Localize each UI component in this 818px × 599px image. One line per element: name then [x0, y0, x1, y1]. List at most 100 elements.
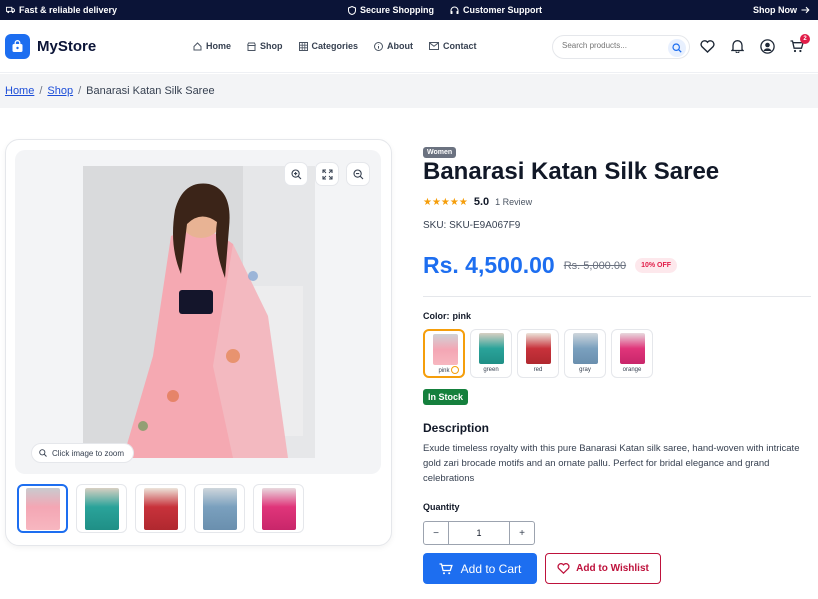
nav-shop[interactable]: Shop	[247, 41, 283, 51]
zoom-hint-text: Click image to zoom	[52, 448, 125, 458]
thumbnail[interactable]	[194, 484, 245, 533]
category-badge[interactable]: Women	[423, 147, 457, 158]
thumbnail[interactable]	[76, 484, 127, 533]
search-button[interactable]	[668, 39, 686, 57]
breadcrumb-home[interactable]: Home	[5, 85, 34, 97]
nav-contact[interactable]: Contact	[429, 41, 477, 51]
color-option-orange[interactable]: orange	[611, 329, 653, 378]
breadcrumb-separator: /	[78, 85, 82, 97]
breadcrumb-separator: /	[39, 85, 43, 97]
swatch-image	[526, 333, 551, 364]
price-row: Rs. 4,500.00 Rs. 5,000.00 10% OFF	[423, 252, 678, 279]
swatch-image	[573, 333, 598, 364]
wishlist-button[interactable]	[699, 38, 715, 54]
delivery-text: Fast & reliable delivery	[19, 5, 118, 15]
nav-home-label: Home	[206, 41, 232, 51]
color-option-green[interactable]: green	[470, 329, 512, 378]
star-rating-icon: ★★★★★	[423, 196, 468, 208]
swatch-label: orange	[622, 367, 642, 373]
nav-home[interactable]: Home	[193, 41, 231, 51]
main-nav: Home Shop Categories About Contact	[193, 41, 477, 51]
announcement-bar: Fast & reliable delivery Secure Shopping…	[0, 0, 818, 20]
thumbnail-image	[25, 487, 60, 530]
color-option-red[interactable]: red	[517, 329, 559, 378]
thumbnail-strip	[17, 484, 304, 533]
breadcrumb-bar: Home / Shop / Banarasi Katan Silk Saree	[0, 74, 818, 108]
product-main-image[interactable]	[83, 166, 315, 458]
thumbnail-image	[202, 487, 237, 530]
search-input[interactable]	[562, 41, 662, 50]
fullscreen-button[interactable]	[315, 162, 339, 186]
user-circle-icon	[759, 38, 775, 54]
headset-icon	[450, 6, 459, 14]
secure-shopping: Secure Shopping	[348, 5, 434, 15]
add-to-wishlist-button[interactable]: Add to Wishlist	[545, 553, 661, 584]
thumbnail-image	[84, 487, 119, 530]
cart-plus-icon	[439, 562, 453, 574]
quantity-decrease-button[interactable]: −	[423, 521, 449, 545]
site-header: MyStore Home Shop Categories About Conta…	[0, 20, 818, 73]
zoom-hint: Click image to zoom	[31, 443, 135, 463]
breadcrumb-current: Banarasi Katan Silk Saree	[86, 85, 215, 97]
account-button[interactable]	[759, 38, 775, 54]
store-icon	[247, 42, 256, 51]
expand-icon	[321, 168, 333, 180]
heart-icon	[699, 39, 715, 53]
cart-count-badge: 2	[800, 34, 810, 44]
cart-button[interactable]: 2	[789, 34, 810, 54]
swatch-label: red	[533, 367, 543, 373]
zoom-in-icon	[290, 168, 301, 179]
add-to-cart-button[interactable]: Add to Cart	[423, 553, 537, 584]
magnifier-icon	[39, 449, 47, 457]
color-option-gray[interactable]: gray	[564, 329, 606, 378]
search-icon	[672, 43, 682, 53]
breadcrumb: Home / Shop / Banarasi Katan Silk Saree	[5, 85, 215, 97]
original-price: Rs. 5,000.00	[563, 259, 627, 272]
delivery-notice: Fast & reliable delivery	[6, 5, 117, 15]
product-info: Women Banarasi Katan Silk Saree ★★★★★ 5.…	[423, 141, 813, 584]
secure-text: Secure Shopping	[360, 5, 435, 15]
nav-about-label: About	[387, 41, 414, 51]
notifications-button[interactable]	[729, 38, 745, 54]
quantity-input[interactable]: 1	[449, 521, 509, 545]
swatch-label: gray	[579, 367, 591, 373]
nav-categories[interactable]: Categories	[298, 41, 358, 51]
swatch-image	[479, 333, 504, 364]
truck-icon	[6, 6, 15, 14]
heart-outline-icon	[557, 563, 570, 574]
zoom-out-button[interactable]	[346, 162, 370, 186]
color-option-pink[interactable]: pink	[423, 329, 465, 378]
zoom-in-button[interactable]	[284, 162, 308, 186]
thumbnail-image	[261, 487, 296, 530]
review-count-link[interactable]: 1 Review	[495, 197, 532, 207]
selected-check-icon	[451, 366, 459, 374]
customer-support[interactable]: Customer Support	[450, 5, 542, 15]
quantity-stepper: − 1 +	[423, 521, 535, 545]
product-gallery: Click image to zoom	[5, 139, 392, 546]
rating-value: 5.0	[473, 196, 490, 208]
selected-color-value: pink	[452, 311, 472, 321]
shop-now-link[interactable]: Shop Now	[753, 5, 810, 15]
thumbnail[interactable]	[17, 484, 68, 533]
bell-icon	[730, 40, 744, 53]
thumbnail[interactable]	[253, 484, 304, 533]
description-heading: Description	[423, 421, 490, 435]
color-swatches: pink green red gray orange	[423, 329, 653, 378]
envelope-icon	[429, 42, 440, 50]
breadcrumb-shop[interactable]: Shop	[47, 85, 73, 97]
brand-name: MyStore	[37, 38, 97, 55]
shield-icon	[348, 5, 356, 15]
shopping-bag-icon	[5, 34, 30, 59]
add-to-cart-label: Add to Cart	[460, 561, 522, 576]
brand-logo[interactable]: MyStore	[5, 34, 96, 59]
nav-about[interactable]: About	[374, 41, 413, 51]
swatch-label: green	[483, 367, 499, 373]
quantity-increase-button[interactable]: +	[509, 521, 535, 545]
thumbnail[interactable]	[135, 484, 186, 533]
discount-badge: 10% OFF	[635, 258, 678, 273]
stock-status-badge: In Stock	[423, 389, 469, 405]
search-box	[552, 35, 690, 59]
thumbnail-image	[143, 487, 178, 530]
main-image-stage[interactable]: Click image to zoom	[15, 150, 381, 474]
swatch-image	[620, 333, 645, 364]
